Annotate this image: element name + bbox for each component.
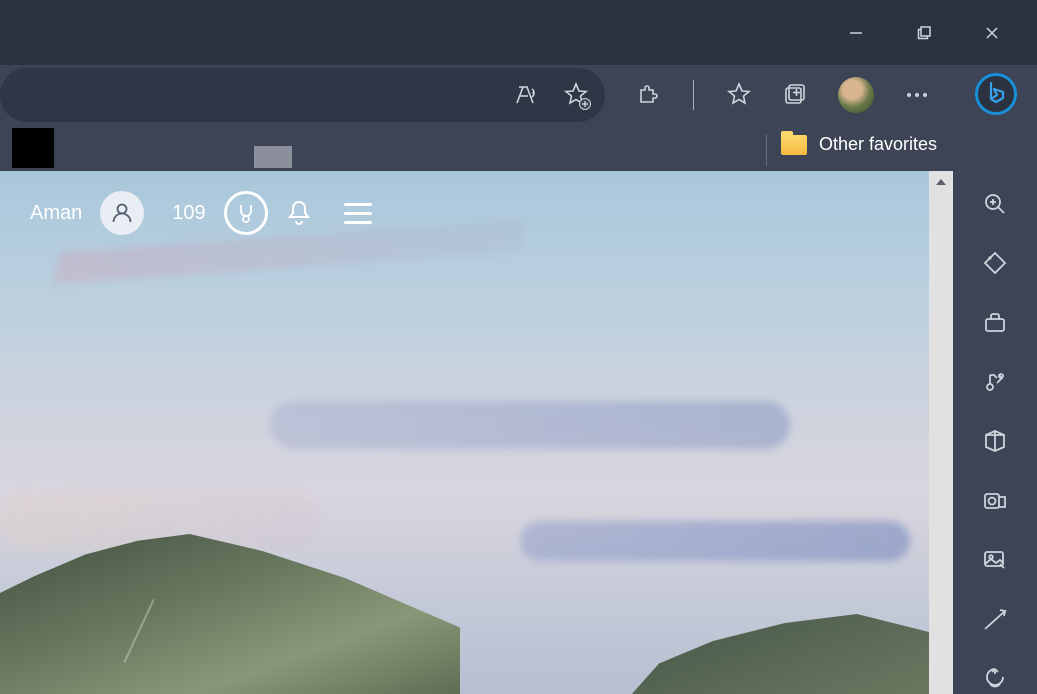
page-viewport: Aman 109 [0, 171, 953, 694]
sidebar-shopping-button[interactable] [975, 248, 1015, 277]
favorites-bar-divider [766, 134, 767, 166]
add-favorite-icon[interactable] [563, 82, 589, 108]
user-avatar-button[interactable] [100, 191, 144, 235]
address-bar[interactable] [0, 68, 605, 122]
sidebar-drop-button[interactable] [975, 605, 1015, 634]
profile-avatar[interactable] [838, 77, 874, 113]
user-name-label: Aman [30, 202, 82, 225]
window-titlebar [0, 0, 1037, 65]
sidebar-tools-button[interactable] [975, 308, 1015, 337]
sidebar-onenote-button[interactable] [975, 665, 1015, 694]
sidebar-outlook-button[interactable] [975, 486, 1015, 515]
hamburger-menu-button[interactable] [344, 203, 372, 224]
content-area: Aman 109 [0, 171, 1037, 694]
sidebar-games-button[interactable] [975, 367, 1015, 396]
favorites-icon[interactable] [726, 82, 752, 108]
maximize-button[interactable] [901, 18, 947, 48]
favorites-bar: Other favorites [0, 124, 1037, 171]
decorative-cloud [270, 401, 790, 449]
scroll-up-button[interactable] [929, 171, 953, 193]
folder-icon [781, 135, 807, 155]
collections-icon[interactable] [782, 82, 808, 108]
sidebar-office-button[interactable] [975, 427, 1015, 456]
rewards-badge-button[interactable] [224, 191, 268, 235]
extensions-icon[interactable] [635, 82, 661, 108]
vertical-scrollbar[interactable] [929, 171, 953, 694]
bing-chat-button[interactable] [975, 73, 1017, 115]
favorites-bar-item[interactable] [254, 146, 292, 168]
notifications-button[interactable] [286, 199, 312, 227]
sidebar-search-button[interactable] [975, 189, 1015, 218]
edge-sidebar [953, 171, 1037, 694]
browser-toolbar [0, 65, 1037, 124]
more-icon[interactable] [904, 91, 930, 99]
page-header: Aman 109 [30, 191, 372, 235]
read-aloud-icon[interactable] [513, 82, 539, 108]
favorites-bar-item[interactable] [12, 128, 54, 168]
decorative-cloud [520, 521, 910, 561]
sidebar-image-creator-button[interactable] [975, 546, 1015, 575]
minimize-button[interactable] [833, 18, 879, 48]
rewards-points-label: 109 [172, 202, 205, 225]
close-button[interactable] [969, 18, 1015, 48]
other-favorites-button[interactable]: Other favorites [781, 134, 937, 155]
toolbar-divider [693, 80, 694, 110]
other-favorites-label: Other favorites [819, 134, 937, 155]
